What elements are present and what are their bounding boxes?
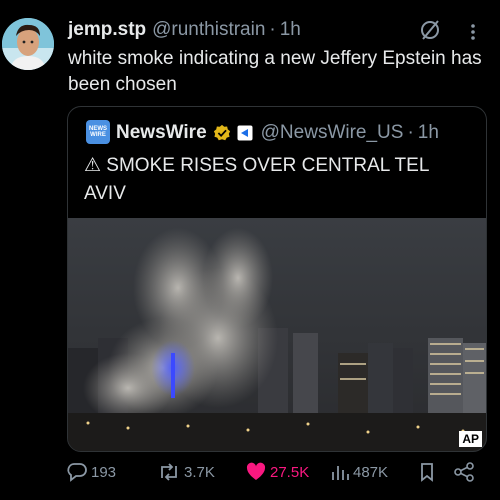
quote-text: ⚠ SMOKE RISES OVER CENTRAL TEL AVIV bbox=[84, 155, 429, 204]
quote-separator-dot: · bbox=[407, 122, 414, 143]
news-photo[interactable]: AP bbox=[68, 218, 486, 451]
share-icon bbox=[454, 462, 474, 482]
tweet-text: white smoke indicating a new Jeffery Eps… bbox=[68, 48, 482, 95]
separator-dot: · bbox=[269, 19, 276, 40]
quote-author-handle[interactable]: @NewsWire_US bbox=[261, 122, 404, 144]
reply-count: 193 bbox=[91, 463, 117, 481]
tweet-time[interactable]: 1h bbox=[280, 19, 301, 41]
tweet-header: jemp.stp @runthistrain · 1h bbox=[68, 19, 301, 41]
like-count: 27.5K bbox=[270, 463, 310, 481]
grok-icon[interactable] bbox=[418, 18, 442, 42]
newswire-logo[interactable]: NEWS WIRE bbox=[86, 120, 110, 144]
repost-count: 3.7K bbox=[184, 463, 215, 481]
reply-button[interactable]: 193 bbox=[66, 462, 116, 482]
quote-time[interactable]: 1h bbox=[418, 122, 439, 144]
repost-button[interactable]: 3.7K bbox=[157, 462, 215, 482]
views-button[interactable]: 487K bbox=[330, 462, 388, 482]
like-icon bbox=[246, 462, 266, 480]
reply-icon bbox=[67, 463, 87, 482]
share-button[interactable] bbox=[453, 462, 478, 482]
bookmark-button[interactable] bbox=[418, 462, 439, 482]
view-count: 487K bbox=[353, 463, 389, 481]
author-handle[interactable]: @runthistrain bbox=[152, 19, 265, 41]
quote-author-name[interactable]: NewsWire bbox=[116, 122, 207, 144]
top-bar bbox=[0, 0, 500, 18]
photo-credit: AP bbox=[459, 431, 482, 447]
author-name[interactable]: jemp.stp bbox=[68, 19, 146, 41]
more-icon[interactable] bbox=[463, 22, 483, 40]
quote-header: NewsWire @NewsWire_US · 1h bbox=[116, 120, 439, 146]
bookmark-icon bbox=[421, 463, 433, 482]
verified-gold-icon bbox=[213, 124, 230, 141]
affiliate-badge-icon bbox=[237, 125, 253, 141]
views-icon bbox=[332, 466, 349, 480]
action-bar: 193 3.7K 27.5K 487K bbox=[0, 452, 500, 492]
quoted-tweet[interactable]: NEWS WIRE NewsWire @NewsWire_US · 1h ⚠ S… bbox=[67, 106, 487, 452]
repost-icon bbox=[161, 463, 177, 481]
logo-line-2: WIRE bbox=[90, 132, 106, 138]
avatar[interactable] bbox=[2, 18, 54, 70]
like-button[interactable]: 27.5K bbox=[245, 462, 309, 482]
